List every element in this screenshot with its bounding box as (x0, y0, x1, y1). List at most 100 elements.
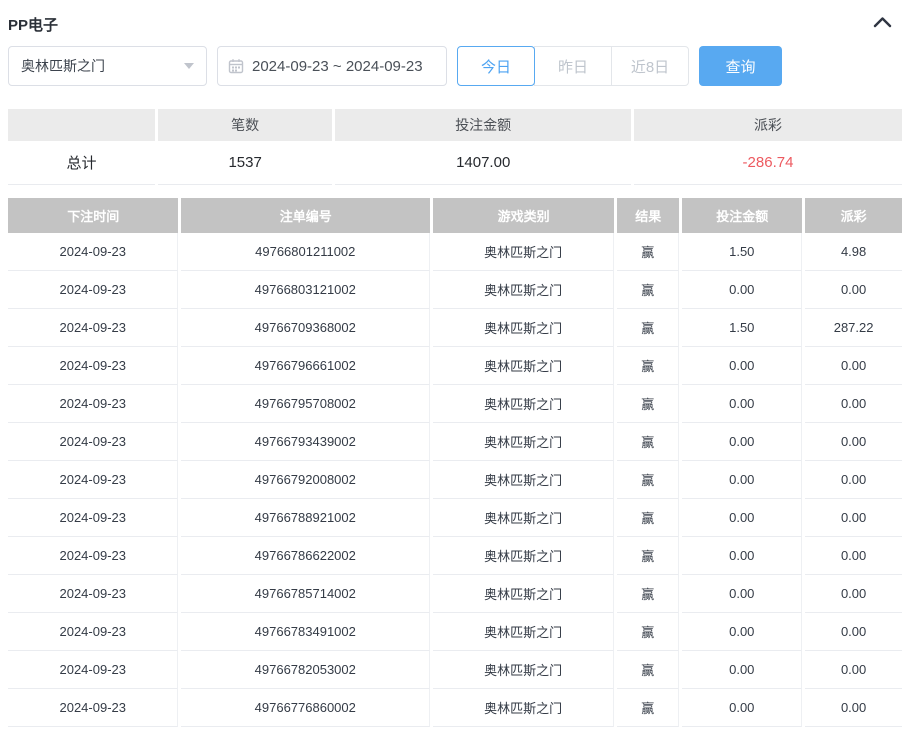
cell-order-no: 49766792008002 (181, 461, 430, 499)
cell-bet: 0.00 (682, 537, 802, 575)
cell-game: 奥林匹斯之门 (433, 575, 614, 613)
cell-bet: 0.00 (682, 499, 802, 537)
cell-date: 2024-09-23 (8, 423, 178, 461)
table-row: 2024-09-2349766793439002奥林匹斯之门赢0.000.00 (8, 423, 902, 461)
date-range-value: 2024-09-23 ~ 2024-09-23 (252, 58, 423, 75)
table-row: 2024-09-2349766782053002奥林匹斯之门赢0.000.00 (8, 651, 902, 689)
cell-order-no: 49766782053002 (181, 651, 430, 689)
cell-result: 赢 (617, 271, 679, 309)
summary-total-row: 总计 1537 1407.00 -286.74 (8, 141, 902, 185)
bet-table-header-row: 下注时间 注单编号 游戏类别 结果 投注金额 派彩 (8, 198, 902, 233)
cell-date: 2024-09-23 (8, 271, 178, 309)
cell-game: 奥林匹斯之门 (433, 499, 614, 537)
summary-header-payout: 派彩 (634, 109, 902, 141)
filter-bar: 奥林匹斯之门 2024-09-23 ~ 2024-09-23 今日 昨日 近8日… (8, 46, 902, 86)
cell-payout: 0.00 (805, 347, 902, 385)
cell-payout: 0.00 (805, 613, 902, 651)
cell-game: 奥林匹斯之门 (433, 233, 614, 271)
cell-date: 2024-09-23 (8, 233, 178, 271)
calendar-icon (228, 58, 244, 74)
cell-date: 2024-09-23 (8, 347, 178, 385)
cell-order-no: 49766801211002 (181, 233, 430, 271)
summary-total-bet-amount: 1407.00 (335, 141, 631, 185)
chevron-up-icon (873, 15, 892, 33)
cell-payout: 0.00 (805, 461, 902, 499)
cell-order-no: 49766795708002 (181, 385, 430, 423)
cell-payout: 0.00 (805, 689, 902, 727)
bet-table-body: 2024-09-2349766801211002奥林匹斯之门赢1.504.982… (8, 233, 902, 727)
table-row: 2024-09-2349766796661002奥林匹斯之门赢0.000.00 (8, 347, 902, 385)
cell-date: 2024-09-23 (8, 613, 178, 651)
cell-bet: 0.00 (682, 575, 802, 613)
cell-bet: 0.00 (682, 651, 802, 689)
cell-payout: 287.22 (805, 309, 902, 347)
search-button[interactable]: 查询 (699, 46, 782, 86)
cell-game: 奥林匹斯之门 (433, 651, 614, 689)
summary-total-count: 1537 (158, 141, 333, 185)
cell-date: 2024-09-23 (8, 575, 178, 613)
quick-date-group: 今日 昨日 近8日 (457, 46, 689, 86)
cell-order-no: 49766788921002 (181, 499, 430, 537)
cell-order-no: 49766786622002 (181, 537, 430, 575)
cell-result: 赢 (617, 385, 679, 423)
game-select[interactable]: 奥林匹斯之门 (8, 46, 207, 86)
cell-payout: 0.00 (805, 651, 902, 689)
cell-bet: 1.50 (682, 309, 802, 347)
cell-game: 奥林匹斯之门 (433, 347, 614, 385)
cell-game: 奥林匹斯之门 (433, 271, 614, 309)
cell-order-no: 49766793439002 (181, 423, 430, 461)
table-row: 2024-09-2349766786622002奥林匹斯之门赢0.000.00 (8, 537, 902, 575)
last8days-button[interactable]: 近8日 (611, 46, 689, 86)
cell-bet: 0.00 (682, 613, 802, 651)
summary-table: 笔数 投注金额 派彩 总计 1537 1407.00 -286.74 (5, 109, 905, 185)
date-range-picker[interactable]: 2024-09-23 ~ 2024-09-23 (217, 46, 447, 86)
summary-section: 笔数 投注金额 派彩 总计 1537 1407.00 -286.74 (8, 109, 902, 185)
summary-total-payout: -286.74 (634, 141, 902, 185)
cell-result: 赢 (617, 423, 679, 461)
cell-date: 2024-09-23 (8, 385, 178, 423)
cell-bet: 0.00 (682, 423, 802, 461)
collapse-button[interactable] (873, 15, 902, 33)
cell-bet: 0.00 (682, 461, 802, 499)
header-result: 结果 (617, 198, 679, 233)
cell-result: 赢 (617, 689, 679, 727)
cell-bet: 0.00 (682, 347, 802, 385)
cell-payout: 4.98 (805, 233, 902, 271)
panel-header: PP电子 (8, 0, 902, 36)
cell-game: 奥林匹斯之门 (433, 461, 614, 499)
pp-panel: PP电子 奥林匹斯之门 2024-09-23 ~ 2024-09-23 今日 昨… (0, 0, 910, 727)
table-row: 2024-09-2349766792008002奥林匹斯之门赢0.000.00 (8, 461, 902, 499)
header-bet-amount: 投注金额 (682, 198, 802, 233)
table-row: 2024-09-2349766776860002奥林匹斯之门赢0.000.00 (8, 689, 902, 727)
today-button[interactable]: 今日 (457, 46, 535, 86)
cell-game: 奥林匹斯之门 (433, 309, 614, 347)
summary-total-label: 总计 (8, 141, 155, 185)
cell-date: 2024-09-23 (8, 499, 178, 537)
cell-payout: 0.00 (805, 423, 902, 461)
header-bet-time: 下注时间 (8, 198, 178, 233)
cell-game: 奥林匹斯之门 (433, 537, 614, 575)
cell-date: 2024-09-23 (8, 309, 178, 347)
cell-game: 奥林匹斯之门 (433, 385, 614, 423)
cell-payout: 0.00 (805, 499, 902, 537)
caret-down-icon (184, 63, 194, 69)
header-game-category: 游戏类别 (433, 198, 614, 233)
cell-result: 赢 (617, 309, 679, 347)
cell-date: 2024-09-23 (8, 461, 178, 499)
table-row: 2024-09-2349766709368002奥林匹斯之门赢1.50287.2… (8, 309, 902, 347)
bet-records-section: 下注时间 注单编号 游戏类别 结果 投注金额 派彩 2024-09-234976… (8, 198, 902, 727)
cell-date: 2024-09-23 (8, 651, 178, 689)
cell-order-no: 49766803121002 (181, 271, 430, 309)
cell-result: 赢 (617, 613, 679, 651)
header-order-no: 注单编号 (181, 198, 430, 233)
cell-bet: 0.00 (682, 385, 802, 423)
yesterday-button[interactable]: 昨日 (534, 46, 612, 86)
cell-bet: 0.00 (682, 271, 802, 309)
cell-result: 赢 (617, 651, 679, 689)
page-title: PP电子 (8, 14, 58, 35)
table-row: 2024-09-2349766785714002奥林匹斯之门赢0.000.00 (8, 575, 902, 613)
cell-result: 赢 (617, 347, 679, 385)
summary-header-blank (8, 109, 155, 141)
cell-order-no: 49766796661002 (181, 347, 430, 385)
game-select-value: 奥林匹斯之门 (21, 56, 105, 76)
